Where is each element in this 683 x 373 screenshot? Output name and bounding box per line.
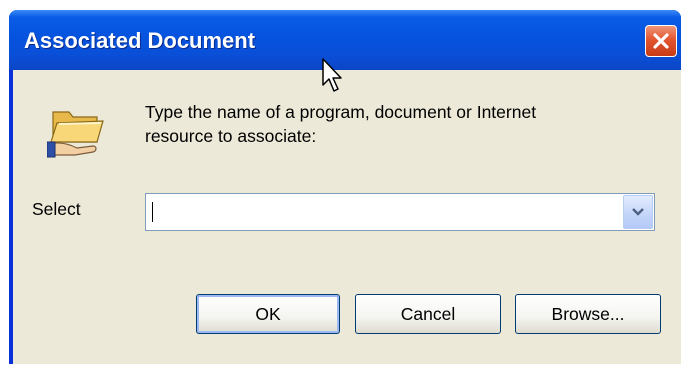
select-input[interactable] bbox=[146, 194, 620, 230]
window-title: Associated Document bbox=[24, 28, 256, 53]
prompt-text: Type the name of a program, document or … bbox=[145, 102, 537, 146]
close-button[interactable] bbox=[645, 25, 677, 57]
open-folder-hand-icon bbox=[47, 111, 104, 158]
select-label: Select bbox=[32, 199, 81, 219]
cancel-button[interactable]: Cancel bbox=[355, 294, 501, 334]
dialog-body: Type the name of a program, document or … bbox=[13, 70, 681, 364]
dropdown-button[interactable] bbox=[623, 195, 653, 229]
browse-button[interactable]: Browse... bbox=[515, 294, 661, 334]
chevron-down-icon bbox=[632, 208, 644, 216]
select-combobox[interactable] bbox=[145, 193, 655, 231]
ok-button[interactable]: OK bbox=[196, 294, 340, 334]
mouse-pointer-icon bbox=[322, 58, 342, 92]
close-icon bbox=[653, 33, 669, 49]
text-caret bbox=[152, 202, 153, 222]
